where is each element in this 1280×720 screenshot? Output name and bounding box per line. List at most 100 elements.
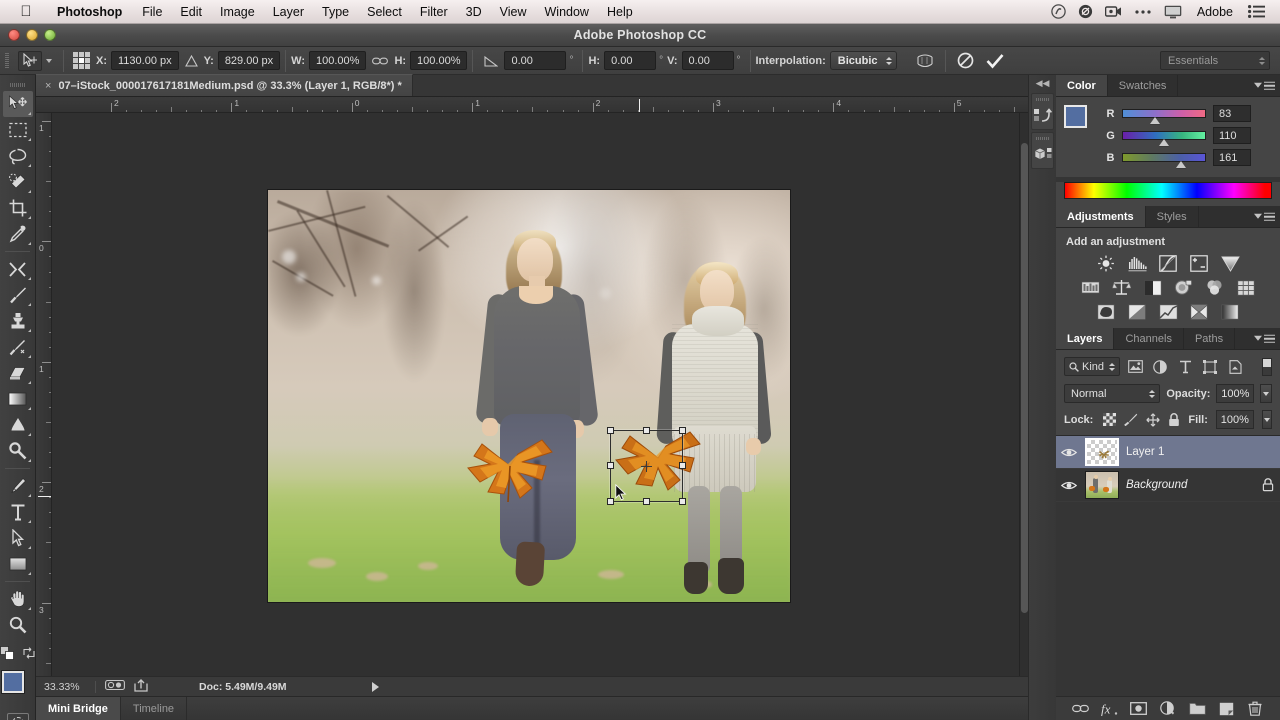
new-layer-icon[interactable] <box>1216 699 1236 719</box>
new-adjustment-layer-icon[interactable] <box>1158 699 1178 719</box>
creative-cloud-icon[interactable] <box>1072 4 1099 19</box>
color-swatches[interactable] <box>1 671 35 705</box>
channel-b-value[interactable]: 161 <box>1213 149 1251 166</box>
height-input[interactable]: 100.00% <box>410 51 467 70</box>
filter-adjustment-icon[interactable] <box>1150 357 1170 376</box>
tab-layers[interactable]: Layers <box>1056 328 1114 349</box>
tab-timeline[interactable]: Timeline <box>121 697 187 720</box>
skew-v-input[interactable]: 0.00 <box>682 51 734 70</box>
ellipsis-icon[interactable] <box>1128 9 1158 15</box>
menu-layer[interactable]: Layer <box>264 0 313 24</box>
lock-position-icon[interactable] <box>1146 413 1160 427</box>
gradient-tool[interactable] <box>3 386 33 412</box>
layer-thumbnail[interactable] <box>1085 438 1119 466</box>
transform-handle-bottom-right[interactable] <box>679 498 686 505</box>
channel-g-value[interactable]: 110 <box>1213 127 1251 144</box>
transform-handle-middle-right[interactable] <box>679 462 686 469</box>
close-icon[interactable]: × <box>45 80 51 92</box>
panel-menu-icon[interactable] <box>1254 212 1275 221</box>
canvas-vertical-scrollbar[interactable] <box>1019 113 1028 681</box>
tab-adjustments[interactable]: Adjustments <box>1056 206 1146 227</box>
horizontal-ruler[interactable]: 210123456789 <box>36 97 1028 113</box>
tab-color[interactable]: Color <box>1056 75 1108 96</box>
new-group-icon[interactable] <box>1187 699 1207 719</box>
channel-b-slider[interactable] <box>1122 153 1206 162</box>
channel-g-slider[interactable] <box>1122 131 1206 140</box>
interpolation-select[interactable]: Bicubic <box>830 51 897 70</box>
width-input[interactable]: 100.00% <box>309 51 366 70</box>
layer-filter-toggle[interactable] <box>1262 358 1272 376</box>
eyedropper-tool[interactable] <box>3 221 33 247</box>
filter-shape-icon[interactable] <box>1200 357 1220 376</box>
commit-transform-icon[interactable] <box>986 53 1004 69</box>
pen-tool[interactable] <box>3 473 33 499</box>
workspace-select[interactable]: Essentials <box>1160 51 1270 70</box>
y-input[interactable]: 829.00 px <box>218 51 280 70</box>
options-bar-grip[interactable] <box>0 47 14 75</box>
crop-tool[interactable] <box>3 195 33 221</box>
channel-r-thumb[interactable] <box>1150 117 1160 124</box>
table-row[interactable]: Background <box>1056 469 1280 502</box>
lock-transparent-pixels-icon[interactable] <box>1103 413 1116 427</box>
transform-handle-bottom-left[interactable] <box>607 498 614 505</box>
default-colors-icon[interactable] <box>0 646 14 665</box>
vertical-ruler[interactable]: 1012345 <box>36 113 52 697</box>
menu-window[interactable]: Window <box>536 0 598 24</box>
transform-handle-top-right[interactable] <box>679 427 686 434</box>
link-icon[interactable] <box>372 56 388 66</box>
filter-type-icon[interactable] <box>1175 357 1195 376</box>
delete-layer-icon[interactable] <box>1245 699 1265 719</box>
lasso-tool[interactable] <box>3 143 33 169</box>
clone-stamp-tool[interactable] <box>3 308 33 334</box>
zoom-tool[interactable] <box>3 612 33 638</box>
blur-tool[interactable] <box>3 412 33 438</box>
fill-dropdown-icon[interactable] <box>1262 410 1272 429</box>
brush-tool[interactable] <box>3 282 33 308</box>
channel-r-value[interactable]: 83 <box>1213 105 1251 122</box>
layer-filter-kind-select[interactable]: Kind <box>1064 357 1120 376</box>
document-tab[interactable]: × 07–iStock_000017617181Medium.psd @ 33.… <box>36 74 413 96</box>
tool-preset-picker[interactable] <box>14 51 58 71</box>
vertical-scroll-thumb[interactable] <box>1021 143 1028 613</box>
levels-icon[interactable] <box>1128 255 1147 272</box>
menu-filter[interactable]: Filter <box>411 0 457 24</box>
menu-select[interactable]: Select <box>358 0 411 24</box>
brightness-contrast-icon[interactable] <box>1097 255 1116 272</box>
color-spectrum-bar[interactable] <box>1064 182 1272 199</box>
list-menu-icon[interactable] <box>1242 5 1272 18</box>
move-tool[interactable] <box>3 91 33 117</box>
panel-menu-icon[interactable] <box>1254 334 1275 343</box>
rectangular-marquee-tool[interactable] <box>3 117 33 143</box>
display-icon[interactable] <box>1158 5 1188 19</box>
filter-smart-object-icon[interactable] <box>1225 357 1245 376</box>
delta-icon[interactable] <box>185 55 198 67</box>
layer-name[interactable]: Background <box>1126 479 1187 491</box>
dropbox-icon[interactable] <box>1045 4 1072 19</box>
document-image[interactable] <box>268 190 790 602</box>
tab-swatches[interactable]: Swatches <box>1108 75 1179 96</box>
reference-point-grid[interactable] <box>73 52 90 69</box>
cancel-transform-icon[interactable] <box>957 52 974 69</box>
channel-mixer-icon[interactable] <box>1205 279 1224 296</box>
menu-photoshop[interactable]: Photoshop <box>46 0 133 24</box>
add-layer-mask-icon[interactable] <box>1129 699 1149 719</box>
posterize-icon[interactable] <box>1128 303 1147 320</box>
foreground-color-swatch[interactable] <box>2 671 24 693</box>
zoom-level[interactable]: 33.33% <box>44 681 86 693</box>
adobe-label[interactable]: Adobe <box>1188 0 1242 24</box>
opacity-value[interactable]: 100% <box>1216 384 1254 403</box>
blend-mode-select[interactable]: Normal <box>1064 384 1160 403</box>
dock-group-grip[interactable] <box>1032 96 1053 103</box>
curves-icon[interactable] <box>1159 255 1178 272</box>
invert-icon[interactable] <box>1097 303 1116 320</box>
dock-group-grip[interactable] <box>1032 135 1053 142</box>
menu-3d[interactable]: 3D <box>457 0 491 24</box>
x-input[interactable]: 1130.00 px <box>111 51 179 70</box>
apple-logo-icon[interactable]:  <box>18 4 34 19</box>
menu-type[interactable]: Type <box>313 0 358 24</box>
menu-edit[interactable]: Edit <box>171 0 211 24</box>
tab-channels[interactable]: Channels <box>1114 328 1183 349</box>
menu-image[interactable]: Image <box>211 0 264 24</box>
color-lookup-icon[interactable] <box>1236 279 1255 296</box>
history-panel-icon[interactable] <box>1032 103 1053 127</box>
